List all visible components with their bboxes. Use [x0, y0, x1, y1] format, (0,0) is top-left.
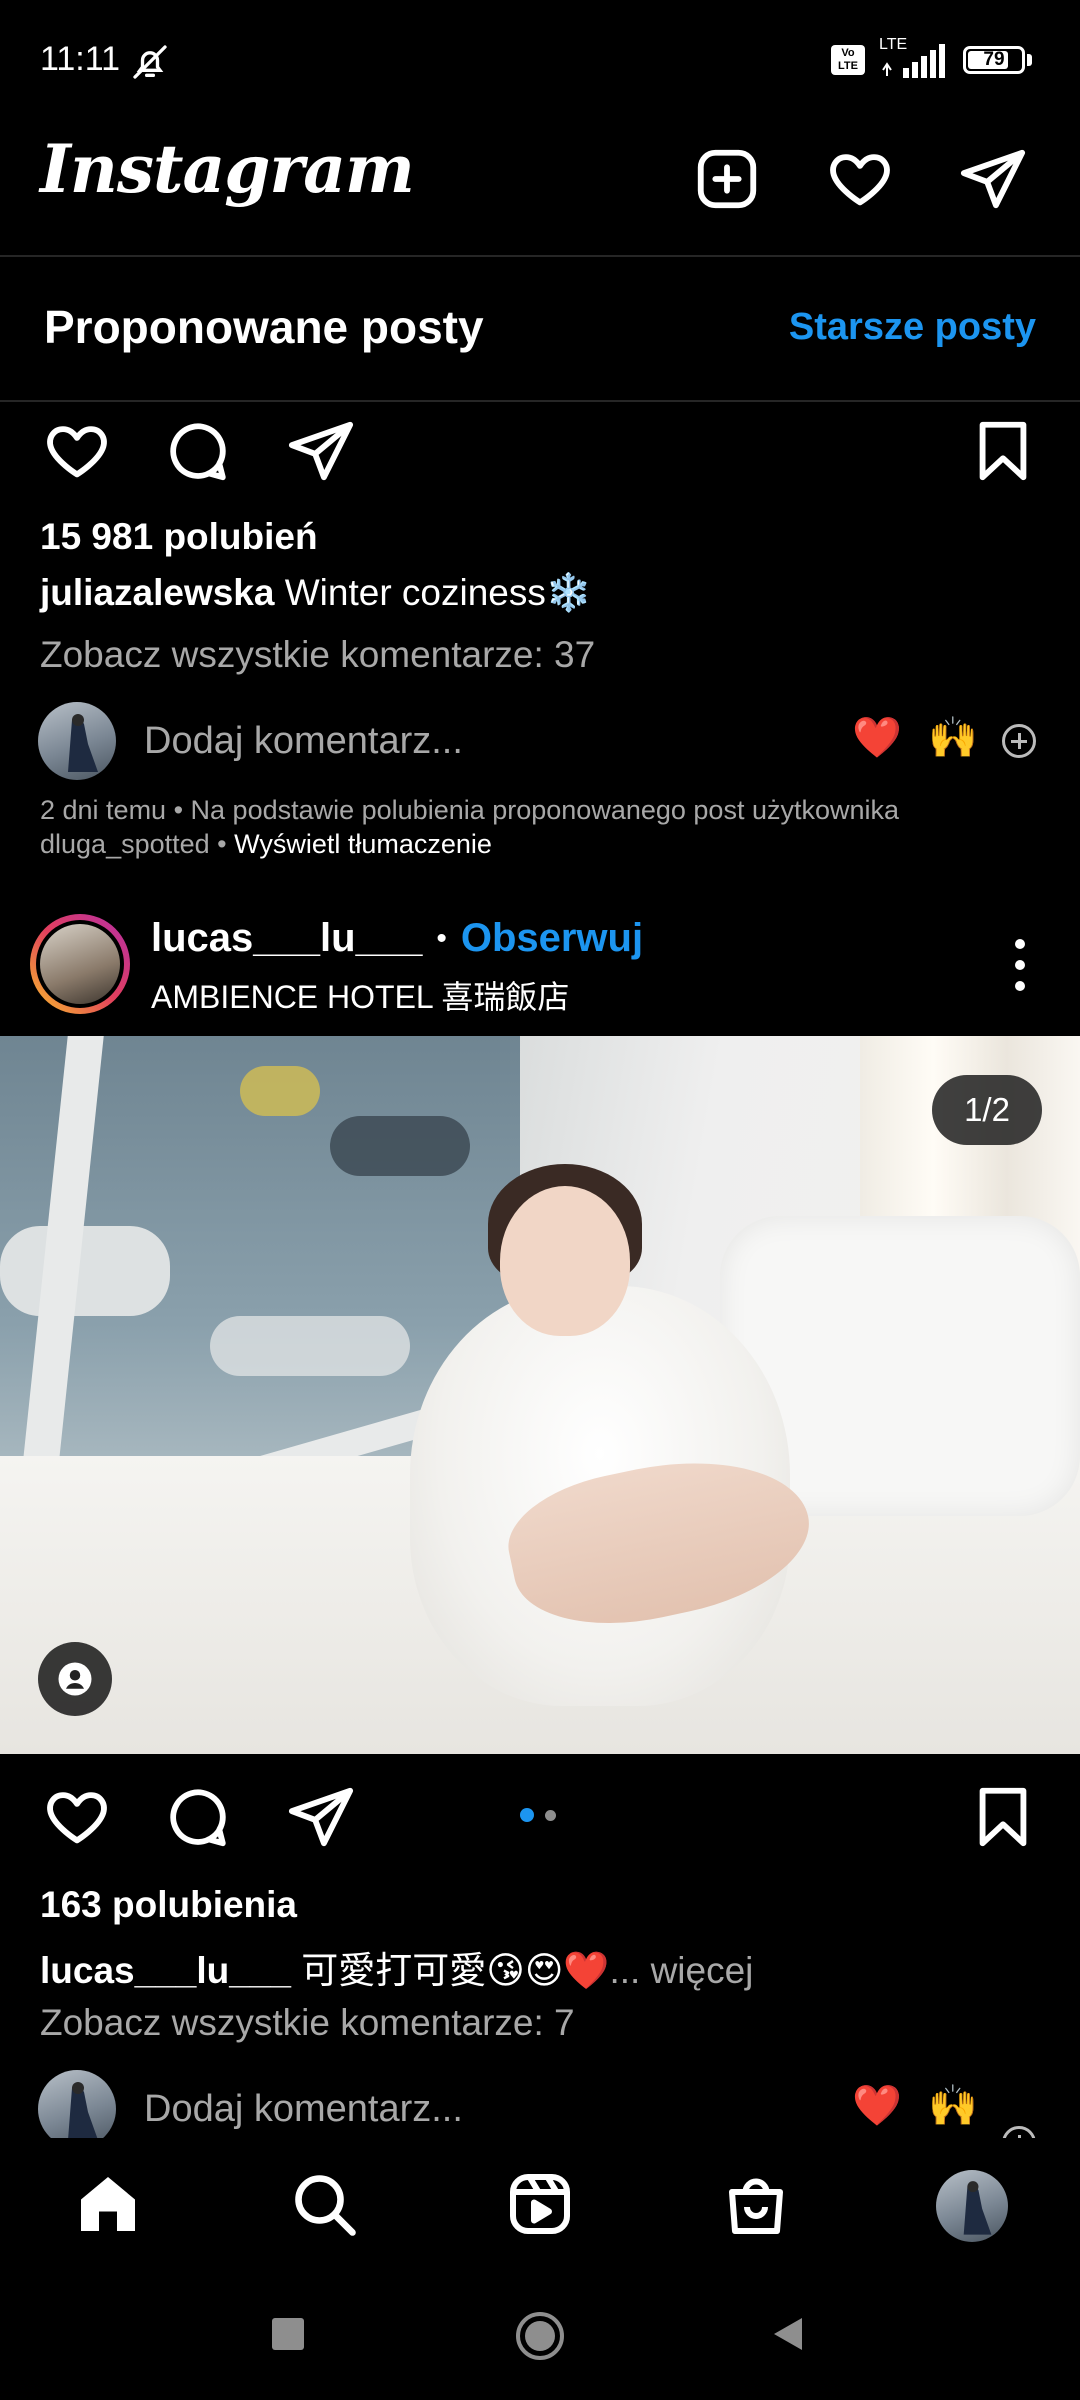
shop-icon[interactable]	[720, 2168, 792, 2240]
volte-badge: Vo LTE	[831, 45, 865, 75]
carousel-counter: 1/2	[932, 1075, 1042, 1145]
battery-icon: 79	[963, 46, 1025, 74]
quick-emoji-raised-hands[interactable]: 🙌	[928, 2082, 978, 2129]
profile-avatar[interactable]	[936, 2170, 1008, 2242]
comment-bubble-icon[interactable]	[163, 1782, 233, 1852]
status-time: 11:11	[40, 40, 121, 78]
photo-car	[210, 1316, 410, 1376]
quick-emoji-raised-hands[interactable]: 🙌	[928, 714, 978, 761]
instagram-logo[interactable]: Instagram	[40, 130, 415, 208]
post1-view-comments[interactable]: Zobacz wszystkie komentarze: 37	[40, 634, 595, 676]
carousel-dot	[545, 1810, 556, 1821]
post2-caption-text: 可愛打可愛😘😍❤️	[301, 1950, 610, 1991]
post2-location[interactable]: AMBIENCE HOTEL 喜瑞飯店	[151, 972, 569, 1018]
post1-caption: juliazalewska Winter coziness❄️	[40, 572, 592, 615]
tagged-people-icon[interactable]	[38, 1642, 112, 1716]
post1-caption-user[interactable]: juliazalewska	[40, 572, 274, 613]
home-circle-icon[interactable]	[514, 2310, 566, 2362]
post1-add-comment[interactable]: Dodaj komentarz...	[144, 720, 463, 763]
status-indicators: Vo LTE LTE 79	[831, 36, 1032, 80]
post1-meta: 2 dni temu • Na podstawie polubienia pro…	[40, 793, 1040, 861]
more-link[interactable]: ... więcej	[609, 1950, 753, 1991]
suggested-posts-title: Proponowane posty	[44, 301, 484, 353]
battery-cap	[1027, 54, 1032, 66]
suggested-divider	[0, 400, 1080, 402]
post2-avatar[interactable]	[30, 914, 130, 1014]
post2-photo[interactable]	[0, 1036, 1080, 1754]
post2-header-line: lucas___lu___ • Obserwuj	[151, 916, 643, 961]
recents-square-icon[interactable]	[270, 2316, 306, 2352]
more-options-icon[interactable]	[1000, 930, 1040, 1000]
bell-muted-icon	[130, 42, 170, 82]
home-icon[interactable]	[72, 2168, 144, 2240]
post1-likes-count[interactable]: 15 981 polubień	[40, 516, 318, 558]
follow-button[interactable]: Obserwuj	[461, 916, 643, 961]
comment-bubble-icon[interactable]	[163, 416, 233, 486]
reels-icon[interactable]	[504, 2168, 576, 2240]
post2-caption-user[interactable]: lucas___lu___	[40, 1950, 291, 1991]
back-triangle-icon[interactable]	[768, 2314, 808, 2354]
like-heart-icon[interactable]	[42, 1782, 112, 1852]
my-avatar	[38, 702, 116, 780]
header-divider	[0, 255, 1080, 257]
quick-emoji-heart[interactable]: ❤️	[852, 714, 902, 761]
carousel-dot-active	[520, 1808, 534, 1822]
post2-separator: •	[436, 921, 447, 955]
photo-car	[330, 1116, 470, 1176]
post2-view-comments[interactable]: Zobacz wszystkie komentarze: 7	[40, 2002, 575, 2044]
heart-icon[interactable]	[825, 144, 895, 214]
quick-emoji-heart[interactable]: ❤️	[852, 2082, 902, 2129]
signal-icon: LTE	[879, 36, 949, 80]
post2-add-comment[interactable]: Dodaj komentarz...	[144, 2088, 463, 2131]
translate-link[interactable]: Wyświetl tłumaczenie	[234, 829, 492, 859]
post2-username[interactable]: lucas___lu___	[151, 916, 422, 961]
post1-caption-text: Winter coziness❄️	[284, 572, 592, 613]
search-icon[interactable]	[288, 2168, 360, 2240]
my-avatar	[38, 2070, 116, 2148]
like-heart-icon[interactable]	[42, 416, 112, 486]
share-send-icon[interactable]	[286, 416, 356, 486]
bookmark-icon[interactable]	[968, 1782, 1038, 1852]
send-icon[interactable]	[958, 144, 1028, 214]
post2-likes-count[interactable]: 163 polubienia	[40, 1884, 297, 1926]
bookmark-icon[interactable]	[968, 416, 1038, 486]
photo-car	[240, 1066, 320, 1116]
photo-car	[0, 1226, 170, 1316]
share-send-icon[interactable]	[286, 1782, 356, 1852]
post2-caption: lucas___lu___ 可愛打可愛😘😍❤️... więcej	[40, 1940, 753, 1994]
older-posts-link[interactable]: Starsze posty	[789, 306, 1036, 349]
plus-square-icon[interactable]	[692, 144, 762, 214]
photo-person-face	[500, 1186, 630, 1336]
add-emoji-icon[interactable]	[1002, 724, 1036, 758]
